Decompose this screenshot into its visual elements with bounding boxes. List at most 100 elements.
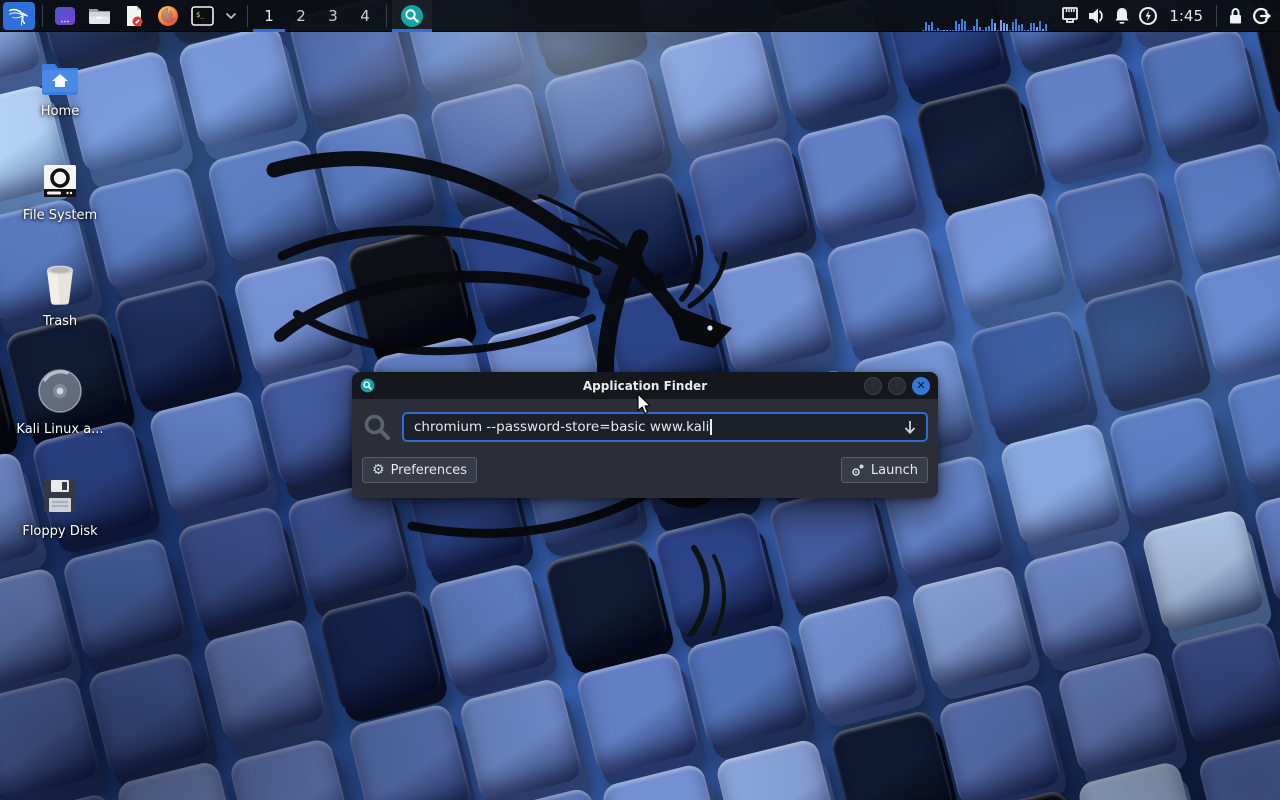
panel-separator [1216, 5, 1217, 27]
monitor-bar [946, 30, 948, 31]
monitor-bar [955, 21, 957, 31]
monitor-bar [964, 21, 966, 31]
workspace-button-3[interactable]: 3 [317, 0, 349, 32]
wallpaper-cube [942, 190, 1068, 316]
desktop-icon-home[interactable]: Home [12, 58, 108, 119]
close-button[interactable]: ✕ [912, 377, 930, 395]
desktop-icon-trash[interactable]: Trash [12, 262, 108, 329]
network-tray-button[interactable] [1057, 0, 1083, 32]
floppy-disk-icon [40, 476, 80, 516]
wallpaper-cube [824, 225, 950, 351]
wallpaper-cube [61, 536, 187, 662]
workspace-button-4[interactable]: 4 [349, 0, 381, 32]
maximize-button[interactable] [888, 377, 906, 395]
launcher-file-manager[interactable] [82, 0, 117, 32]
desktop-icon-file-system[interactable]: File System [12, 162, 108, 223]
wallpaper-cube [1138, 26, 1264, 152]
desktop-icon-kali-cd[interactable]: Kali Linux a... [12, 368, 108, 437]
lock-screen-button[interactable] [1222, 0, 1248, 32]
monitor-bar [1027, 30, 1029, 31]
logout-icon [1251, 6, 1272, 26]
launch-button[interactable]: Launch [841, 457, 928, 483]
ethernet-icon [1059, 6, 1081, 26]
wallpaper-cube [570, 170, 696, 296]
search-input[interactable]: chromium --password-store=basic www.kali [402, 412, 928, 442]
monitor-bar [1006, 24, 1008, 31]
monitor-bar [949, 30, 951, 31]
minimize-button[interactable] [864, 377, 882, 395]
launcher-text-editor[interactable] [117, 0, 151, 32]
monitor-bar [1015, 19, 1017, 31]
desktop-icon-label: Floppy Disk [22, 524, 97, 539]
workspace-button-1[interactable]: 1 [253, 0, 285, 32]
wallpaper-cube [1169, 620, 1280, 746]
power-manager-tray-button[interactable] [1135, 0, 1161, 32]
panel-clock[interactable]: 1:45 [1161, 7, 1211, 25]
trash-bin-icon [40, 262, 80, 306]
finder-body: chromium --password-store=basic www.kali… [352, 399, 938, 498]
monitor-bar [1024, 30, 1026, 31]
monitor-bar [952, 30, 954, 31]
search-input-value: chromium --password-store=basic www.kali [414, 419, 709, 435]
monitor-bar [970, 30, 972, 31]
wallpaper-cube [1107, 395, 1233, 521]
speaker-icon [1085, 6, 1107, 26]
chevron-down-icon [225, 12, 237, 20]
monitor-bar [1030, 23, 1032, 31]
monitor-bar [979, 27, 981, 31]
titlebar[interactable]: Application Finder ✕ [352, 372, 938, 399]
terminal-dropdown-chevron[interactable] [220, 0, 242, 32]
logout-button[interactable] [1248, 0, 1274, 32]
monitor-bar [973, 26, 975, 31]
hard-drive-icon [41, 162, 79, 200]
wallpaper-cube [206, 137, 332, 263]
desktop-icon-floppy[interactable]: Floppy Disk [12, 476, 108, 539]
wallpaper-cube [967, 308, 1093, 434]
terminal-icon: $_ [190, 4, 215, 28]
wallpaper-cube [998, 421, 1124, 547]
search-icon [362, 412, 392, 442]
monitor-bar [967, 30, 969, 31]
monitor-bar [958, 24, 960, 31]
desktop-icon-label: File System [23, 208, 97, 223]
launcher-app-window[interactable] [48, 0, 82, 32]
wallpaper-cube [1171, 141, 1280, 267]
notifications-tray-button[interactable] [1109, 0, 1135, 32]
monitor-bar [940, 30, 942, 31]
taskbar-application-finder[interactable] [392, 0, 432, 32]
text-caret [710, 419, 712, 435]
monitor-bar [937, 28, 939, 31]
wallpaper-cube [201, 617, 327, 743]
monitor-bar [961, 19, 963, 31]
wallpaper-cube [542, 56, 668, 182]
lock-icon [1226, 6, 1245, 26]
app-window-icon [53, 4, 77, 28]
wallpaper-cube [176, 23, 302, 149]
wallpaper-cube [112, 277, 238, 403]
applications-menu-button[interactable] [3, 2, 35, 30]
launcher-firefox[interactable] [151, 0, 185, 32]
monitor-bar [985, 27, 987, 31]
launcher-terminal[interactable]: $_ [185, 0, 220, 32]
button-row-spacer [477, 457, 841, 483]
bell-icon [1112, 6, 1132, 26]
wallpaper-cube [575, 650, 701, 776]
network-monitor-graph[interactable] [922, 1, 1047, 31]
monitor-bar [928, 25, 930, 31]
volume-tray-button[interactable] [1083, 0, 1109, 32]
firefox-icon [156, 4, 180, 28]
wallpaper-cube [1140, 508, 1266, 634]
wallpaper-cube [684, 623, 810, 749]
monitor-bar [1018, 25, 1020, 31]
top-panel: $_ 1 2 3 4 [0, 0, 1280, 32]
panel-separator [386, 5, 387, 27]
monitor-bar [991, 19, 993, 31]
monitor-bar [1042, 29, 1044, 31]
history-dropdown-arrow-icon[interactable] [902, 419, 918, 437]
workspace-button-2[interactable]: 2 [285, 0, 317, 32]
preferences-button[interactable]: ⚙ Preferences [362, 457, 477, 483]
monitor-bar [922, 30, 924, 31]
wallpaper-cube [657, 25, 783, 151]
wallpaper-cube [714, 738, 840, 800]
wallpaper-cube [652, 510, 778, 636]
